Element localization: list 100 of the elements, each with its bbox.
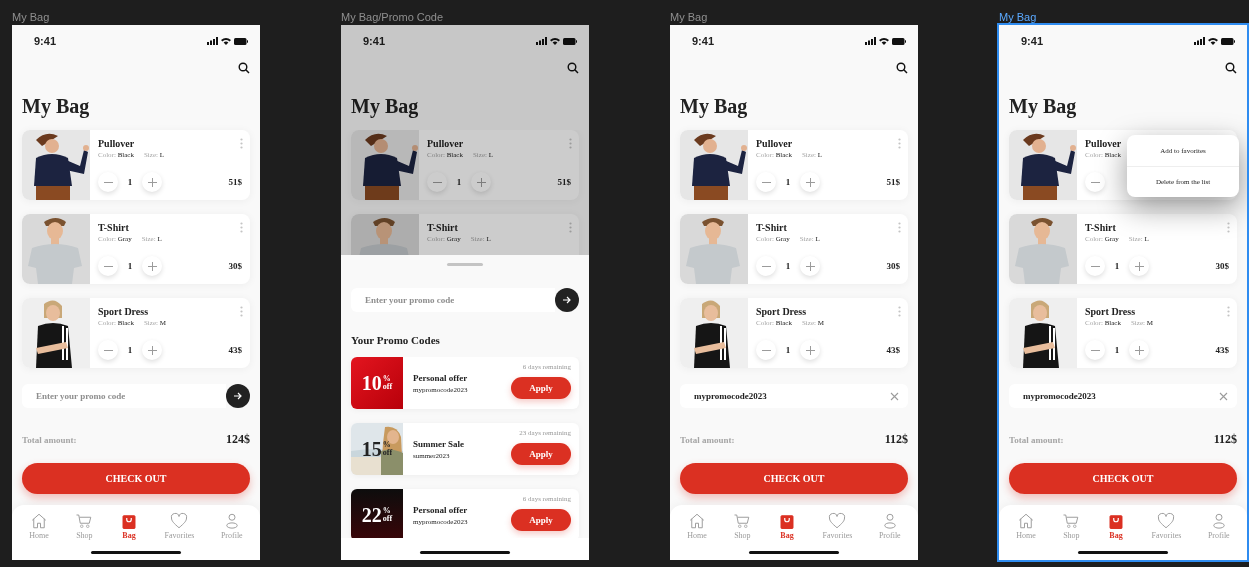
close-icon — [889, 391, 899, 401]
plus-icon — [476, 177, 486, 187]
search-icon[interactable] — [238, 62, 250, 74]
apply-button[interactable]: Apply — [511, 509, 571, 531]
increase-button[interactable] — [142, 256, 162, 276]
decrease-button[interactable] — [1085, 256, 1105, 276]
percent-sign: % — [382, 375, 392, 383]
heart-icon — [828, 512, 847, 530]
frame-label[interactable]: My Bag/Promo Code — [341, 11, 444, 25]
plus-icon — [147, 261, 157, 271]
product-price: 43$ — [1215, 345, 1229, 355]
decrease-button[interactable] — [427, 172, 447, 192]
quantity: 1 — [126, 261, 134, 271]
promo-code-field[interactable]: Enter your promo code — [22, 384, 226, 408]
quantity: 1 — [126, 345, 134, 355]
increase-button[interactable] — [800, 340, 820, 360]
page-title: My Bag — [1009, 94, 1077, 118]
increase-button[interactable] — [142, 340, 162, 360]
promo-code-field[interactable]: mypromocode2023 — [680, 384, 880, 408]
plus-icon — [1134, 345, 1144, 355]
decrease-button[interactable] — [1085, 340, 1105, 360]
tab-bar-item[interactable]: Shop — [733, 512, 752, 540]
quantity: 1 — [784, 261, 792, 271]
off-label: off — [382, 515, 393, 523]
battery-icon — [1221, 37, 1235, 45]
submit-button[interactable] — [555, 288, 579, 312]
section-heading: Your Promo Codes — [351, 334, 440, 347]
clear-button[interactable] — [1209, 384, 1237, 408]
checkout-button[interactable]: CHECK OUT — [680, 463, 908, 494]
decrease-button[interactable] — [756, 340, 776, 360]
product-name: T-Shirt — [1085, 222, 1116, 234]
decrease-button[interactable] — [756, 256, 776, 276]
plus-icon — [147, 345, 157, 355]
decrease-button[interactable] — [98, 172, 118, 192]
tab-bar-item[interactable]: Shop — [1062, 512, 1081, 540]
checkout-button[interactable]: CHECK OUT — [22, 463, 250, 494]
checkout-button[interactable]: CHECK OUT — [1009, 463, 1237, 494]
tab-bar-item[interactable]: Home — [29, 512, 49, 540]
product-price: 30$ — [228, 261, 242, 271]
decrease-button[interactable] — [1085, 172, 1105, 192]
search-icon[interactable] — [1225, 62, 1237, 74]
increase-button[interactable] — [1129, 256, 1149, 276]
frame-label[interactable]: My Bag — [670, 11, 708, 25]
home-icon — [30, 512, 49, 530]
increase-button[interactable] — [142, 172, 162, 192]
product-name: Pullover — [756, 138, 793, 150]
tab-bar-item[interactable]: Home — [687, 512, 707, 540]
increase-button[interactable] — [471, 172, 491, 192]
off-label: off — [382, 383, 393, 391]
quantity: 1 — [455, 177, 463, 187]
decrease-button[interactable] — [98, 256, 118, 276]
search-icon[interactable] — [896, 62, 908, 74]
total-label: Total amount: — [680, 435, 735, 445]
tab-bar-item[interactable]: Profile — [878, 512, 901, 540]
submit-button[interactable] — [226, 384, 250, 408]
tab-bar-item[interactable]: Bag — [777, 512, 796, 540]
tab-bar-item[interactable]: Favorites — [822, 512, 853, 540]
clear-button[interactable] — [880, 384, 908, 408]
frame-label[interactable]: My Bag — [999, 11, 1037, 25]
product-name: T-Shirt — [756, 222, 787, 234]
decrease-button[interactable] — [98, 340, 118, 360]
decrease-button[interactable] — [756, 172, 776, 192]
discount-amount: 15 — [361, 439, 382, 459]
bag-icon — [777, 512, 796, 530]
tab-bar-item[interactable]: Favorites — [1151, 512, 1182, 540]
tab-bar-item[interactable]: Bag — [119, 512, 138, 540]
home-icon — [688, 512, 707, 530]
page-title: My Bag — [22, 94, 90, 118]
total-amount: 124$ — [226, 432, 250, 447]
tab-bar-item[interactable]: Home — [1016, 512, 1036, 540]
product-name: Sport Dress — [756, 306, 807, 318]
frame-label[interactable]: My Bag — [12, 11, 50, 25]
tab-bar-item[interactable]: Profile — [1207, 512, 1230, 540]
close-icon — [1218, 391, 1228, 401]
product-name: T-Shirt — [98, 222, 129, 234]
arrow-icon — [562, 295, 572, 305]
promo-code-field[interactable]: mypromocode2023 — [1009, 384, 1209, 408]
quantity: 1 — [1113, 261, 1121, 271]
promo-title: Personal offer — [413, 504, 468, 515]
promo-code-field[interactable]: Enter your promo code — [351, 288, 555, 312]
cart-icon — [1062, 512, 1081, 530]
increase-button[interactable] — [1129, 340, 1149, 360]
plus-icon — [147, 177, 157, 187]
bag-icon — [1106, 512, 1125, 530]
apply-button[interactable]: Apply — [511, 443, 571, 465]
tab-bar-item[interactable]: Bag — [1106, 512, 1125, 540]
discount-amount: 22 — [361, 505, 382, 525]
tab-bar-item[interactable]: Favorites — [164, 512, 195, 540]
tab-bar-item[interactable]: Shop — [75, 512, 94, 540]
apply-button[interactable]: Apply — [511, 377, 571, 399]
percent-sign: % — [382, 507, 392, 515]
increase-button[interactable] — [800, 172, 820, 192]
tab-bar-item[interactable]: Profile — [220, 512, 243, 540]
signal-icon — [1194, 37, 1205, 45]
cart-icon — [733, 512, 752, 530]
search-icon[interactable] — [567, 62, 579, 74]
increase-button[interactable] — [800, 256, 820, 276]
quantity: 1 — [784, 345, 792, 355]
status-time: 9:41 — [1021, 35, 1044, 47]
sheet-handle[interactable] — [447, 263, 483, 266]
